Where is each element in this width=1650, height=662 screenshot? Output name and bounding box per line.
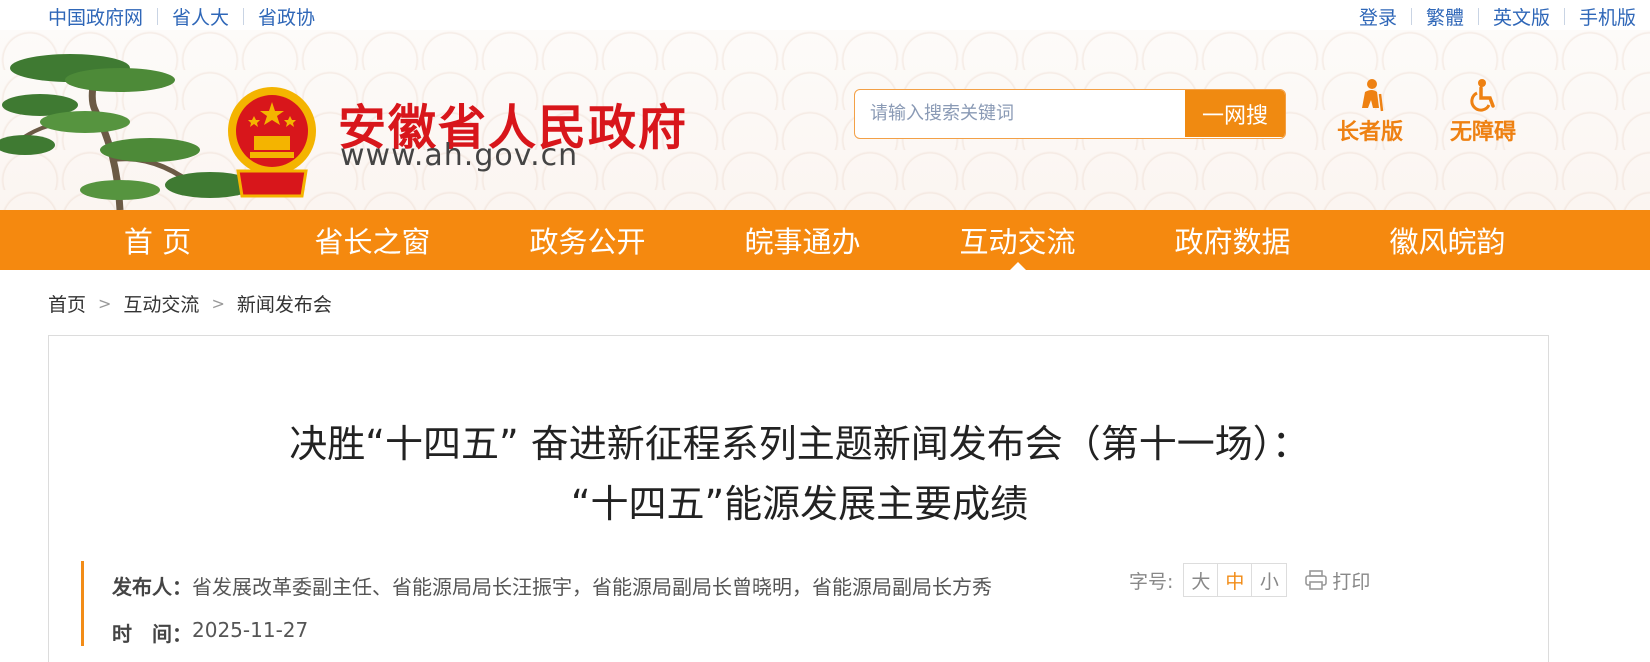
breadcrumb-home[interactable]: 首页	[48, 290, 86, 317]
pine-tree-image	[0, 54, 255, 210]
site-url: www.ah.gov.cn	[340, 138, 579, 173]
mobile-version-link[interactable]: 手机版	[1579, 3, 1636, 30]
divider	[243, 8, 245, 25]
print-button[interactable]: 打印	[1305, 567, 1370, 594]
link-provincial-cppcc[interactable]: 省政协	[258, 3, 315, 30]
font-size-large-button[interactable]: 大	[1184, 564, 1219, 596]
font-size-label: 字号:	[1129, 570, 1174, 593]
chevron-right-icon: >	[211, 294, 225, 313]
article-meta: 发布人： 省发展改革委副主任、省能源局局长汪振宇，省能源局副局长曾晓明，省能源局…	[81, 561, 1081, 646]
nav-item-home[interactable]: 首 页	[50, 210, 265, 270]
barrier-free-button[interactable]: 无障碍	[1443, 78, 1523, 146]
link-gov-cn[interactable]: 中国政府网	[48, 3, 143, 30]
main-nav: 首 页 省长之窗 政务公开 皖事通办 互动交流 政府数据 徽风皖韵	[0, 210, 1650, 270]
divider	[1410, 8, 1412, 25]
print-label: 打印	[1332, 570, 1371, 593]
nav-item-interaction[interactable]: 互动交流	[910, 210, 1125, 270]
nav-item-online-services[interactable]: 皖事通办	[695, 210, 910, 270]
article-container: 决胜“十四五” 奋进新征程系列主题新闻发布会（第十一场）： “十四五”能源发展主…	[48, 335, 1549, 662]
english-version-link[interactable]: 英文版	[1493, 3, 1550, 30]
traditional-chinese-link[interactable]: 繁體	[1426, 3, 1464, 30]
top-links-bar: 中国政府网 省人大 省政协 登录 繁體 英文版 手机版	[0, 0, 1650, 30]
link-provincial-congress[interactable]: 省人大	[172, 3, 229, 30]
publisher-label: 发布人：	[112, 575, 192, 599]
breadcrumb-interaction[interactable]: 互动交流	[123, 290, 199, 317]
barrier-free-label: 无障碍	[1449, 120, 1516, 145]
time-label: 时 间：	[112, 622, 192, 646]
search-input[interactable]	[855, 90, 1187, 137]
article-tools: 字号: 大 中 小 打印	[1129, 563, 1370, 597]
font-size-small-button[interactable]: 小	[1252, 564, 1286, 596]
top-links-left: 中国政府网 省人大 省政协	[48, 3, 315, 30]
elder-mode-button[interactable]: 长者版	[1330, 78, 1410, 146]
nav-item-culture[interactable]: 徽风皖韵	[1340, 210, 1555, 270]
font-size-selector: 大 中 小	[1183, 563, 1288, 597]
time-value: 2025-11-27	[192, 618, 309, 642]
nav-item-governor-window[interactable]: 省长之窗	[265, 210, 480, 270]
divider	[1477, 8, 1479, 25]
article-title-line-2: “十四五”能源发展主要成绩	[570, 482, 1029, 526]
elderly-person-icon	[1362, 79, 1384, 112]
publisher-value: 省发展改革委副主任、省能源局局长汪振宇，省能源局副局长曾晓明，省能源局副局长方秀	[192, 575, 992, 599]
national-emblem-icon	[228, 87, 316, 198]
search-button[interactable]: 一网搜	[1185, 90, 1285, 137]
site-header: 安徽省人民政府 www.ah.gov.cn 一网搜 长者版 无障碍	[0, 30, 1650, 210]
article-title: 决胜“十四五” 奋进新征程系列主题新闻发布会（第十一场）： “十四五”能源发展主…	[49, 414, 1550, 534]
time-row: 时 间： 2025-11-27	[112, 618, 308, 647]
elder-mode-label: 长者版	[1336, 120, 1403, 145]
publisher-row: 发布人： 省发展改革委副主任、省能源局局长汪振宇，省能源局副局长曾晓明，省能源局…	[112, 571, 992, 600]
nav-item-government-data[interactable]: 政府数据	[1125, 210, 1340, 270]
wheelchair-icon	[1470, 79, 1495, 112]
top-links-right: 登录 繁體 英文版 手机版	[1359, 3, 1636, 30]
breadcrumb: 首页 > 互动交流 > 新闻发布会	[48, 290, 332, 317]
font-size-medium-button[interactable]: 中	[1218, 564, 1253, 596]
article-title-line-1: 决胜“十四五” 奋进新征程系列主题新闻发布会（第十一场）：	[289, 422, 1310, 466]
divider	[1563, 8, 1565, 25]
chevron-right-icon: >	[98, 294, 112, 313]
printer-icon	[1305, 570, 1328, 590]
divider	[157, 8, 159, 25]
breadcrumb-press-conference[interactable]: 新闻发布会	[237, 290, 332, 317]
login-link[interactable]: 登录	[1359, 3, 1397, 30]
nav-item-government-affairs[interactable]: 政务公开	[480, 210, 695, 270]
search-box: 一网搜	[854, 89, 1286, 139]
